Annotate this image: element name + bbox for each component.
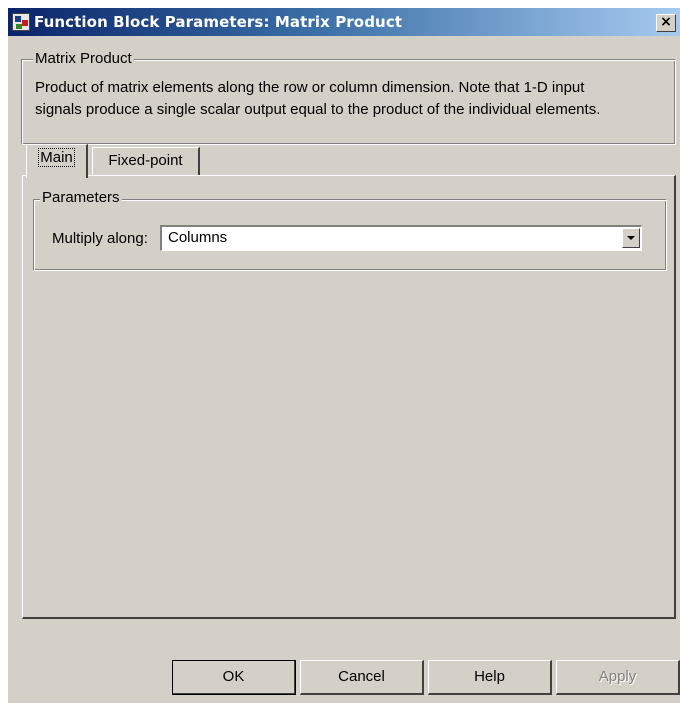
- description-line-1: Product of matrix elements along the row…: [35, 79, 585, 96]
- tab-main[interactable]: Main: [26, 144, 88, 178]
- window-title: Function Block Parameters: Matrix Produc…: [34, 13, 403, 31]
- ok-button[interactable]: OK: [172, 660, 296, 695]
- multiply-along-select[interactable]: Columns: [160, 225, 642, 251]
- title-bar[interactable]: Function Block Parameters: Matrix Produc…: [8, 8, 680, 36]
- cancel-button[interactable]: Cancel: [300, 660, 424, 695]
- block-description: Product of matrix elements along the row…: [35, 77, 665, 121]
- tab-main-label: Main: [38, 148, 75, 167]
- tab-fixed-point-label: Fixed-point: [108, 152, 183, 169]
- block-group-title: Matrix Product: [33, 50, 134, 67]
- description-line-2: signals produce a single scalar output e…: [35, 101, 601, 118]
- multiply-along-label: Multiply along:: [52, 230, 148, 247]
- parameters-group-title: Parameters: [40, 189, 122, 206]
- apply-button[interactable]: Apply: [556, 660, 680, 695]
- chevron-down-icon: [627, 236, 635, 240]
- tab-fixed-point[interactable]: Fixed-point: [92, 147, 200, 175]
- close-button[interactable]: ×: [656, 14, 676, 32]
- help-button[interactable]: Help: [428, 660, 552, 695]
- multiply-along-value: Columns: [168, 229, 228, 246]
- close-icon: ×: [660, 14, 672, 30]
- simulink-block-icon[interactable]: [12, 13, 30, 31]
- multiply-along-dropdown-button[interactable]: [622, 228, 640, 248]
